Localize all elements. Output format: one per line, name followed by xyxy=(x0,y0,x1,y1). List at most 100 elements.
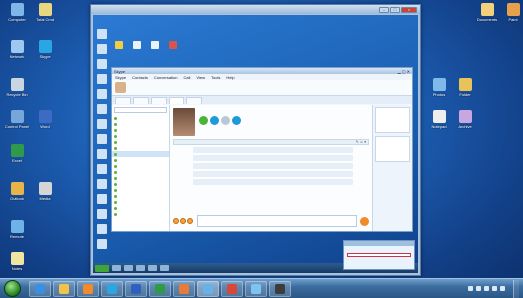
desktop-icon[interactable]: Control Panel xyxy=(4,110,30,129)
remote-desktop-icon[interactable] xyxy=(97,59,107,69)
taskbar-button-terminal[interactable] xyxy=(269,280,291,297)
taskbar-button-excel[interactable] xyxy=(149,280,171,297)
remote-desktop-window[interactable]: – □ × Skype ▁ ▢ ✕ Skype Contacts Convers… xyxy=(90,4,421,276)
notification-alert[interactable] xyxy=(347,253,411,257)
desktop-icon[interactable]: Media xyxy=(32,182,58,201)
taskbar-button-network[interactable] xyxy=(245,280,267,297)
document-icon[interactable] xyxy=(151,41,159,49)
emoticon-icon[interactable] xyxy=(180,218,186,224)
remote-taskbar-item[interactable] xyxy=(124,265,133,271)
remote-desktop-icon[interactable] xyxy=(97,104,107,114)
status-icon xyxy=(114,200,117,204)
folder-icon[interactable] xyxy=(115,41,123,49)
start-button[interactable] xyxy=(4,280,21,297)
tray-icon[interactable] xyxy=(484,286,489,291)
desktop-icon[interactable]: Remote xyxy=(4,220,30,239)
remote-desktop-icon[interactable] xyxy=(97,44,107,54)
desktop-icon[interactable]: Word xyxy=(32,110,58,129)
remote-desktop-icon[interactable] xyxy=(97,179,107,189)
remote-desktop-icon[interactable] xyxy=(97,29,107,39)
taskbar-button-chrome[interactable] xyxy=(221,280,243,297)
taskbar-button-word[interactable] xyxy=(125,280,147,297)
desktop-icon[interactable]: Folder xyxy=(452,78,478,97)
desktop-icon[interactable]: Total Cmd xyxy=(32,3,58,22)
remote-desktop-icon[interactable] xyxy=(97,119,107,129)
list-item[interactable] xyxy=(112,211,169,217)
desktop-icon[interactable]: Recycle Bin xyxy=(4,78,30,97)
tray-icon[interactable] xyxy=(468,286,473,291)
call-icon[interactable] xyxy=(199,116,208,125)
contact-search-input[interactable] xyxy=(114,107,167,113)
volume-icon[interactable] xyxy=(500,286,505,291)
desktop-icon[interactable]: Excel xyxy=(4,144,30,163)
tab[interactable] xyxy=(115,97,131,104)
menu-item[interactable]: Help xyxy=(226,75,234,80)
remote-desktop-icon[interactable] xyxy=(97,149,107,159)
remote-desktop-icons xyxy=(95,29,109,254)
emoticon-icon[interactable] xyxy=(187,218,193,224)
skype-window[interactable]: Skype ▁ ▢ ✕ Skype Contacts Conversation Cal… xyxy=(111,67,413,232)
app-icon xyxy=(506,3,520,16)
taskbar-button-explorer[interactable] xyxy=(53,280,75,297)
tab[interactable] xyxy=(150,97,167,104)
show-desktop-button[interactable] xyxy=(513,279,519,298)
chat-tools-icon[interactable]: ✎ ☺ ▾ xyxy=(356,140,366,144)
menu-item[interactable]: Call xyxy=(184,75,191,80)
remote-desktop-icon[interactable] xyxy=(97,224,107,234)
remote-desktop-icon[interactable] xyxy=(97,89,107,99)
taskbar-button-media[interactable] xyxy=(77,280,99,297)
menu-item[interactable]: Tools xyxy=(211,75,220,80)
minimize-button[interactable]: – xyxy=(379,6,389,13)
document-icon[interactable] xyxy=(133,41,141,49)
desktop-icon[interactable]: Photos xyxy=(426,78,452,97)
message-input[interactable] xyxy=(197,215,357,227)
remote-taskbar-item[interactable] xyxy=(136,265,145,271)
app-icon xyxy=(38,40,52,53)
menu-item[interactable]: Conversation xyxy=(154,75,178,80)
desktop-icon[interactable]: Skype xyxy=(32,40,58,59)
desktop-icon[interactable]: Outlook xyxy=(4,182,30,201)
contact-name xyxy=(199,108,241,112)
desktop-icon[interactable]: Network xyxy=(4,40,30,59)
remote-desktop-icon[interactable] xyxy=(97,134,107,144)
desktop-icon[interactable]: Computer xyxy=(4,3,30,22)
remote-taskbar-item[interactable] xyxy=(112,265,121,271)
remote-start-button[interactable] xyxy=(95,264,109,272)
taskbar-button-skype[interactable] xyxy=(101,280,123,297)
skype-window-controls[interactable]: ▁ ▢ ✕ xyxy=(398,69,410,74)
desktop-icon[interactable]: Paint xyxy=(500,3,523,22)
maximize-button[interactable]: □ xyxy=(390,6,400,13)
remote-desktop-icon[interactable] xyxy=(97,209,107,219)
remote-taskbar-item[interactable] xyxy=(148,265,157,271)
taskbar-button-paint[interactable] xyxy=(173,280,195,297)
tab[interactable] xyxy=(186,97,203,104)
notification-popup[interactable] xyxy=(343,240,415,270)
add-icon[interactable] xyxy=(221,116,230,125)
app-icon[interactable] xyxy=(169,41,177,49)
menu-item[interactable]: View xyxy=(196,75,205,80)
close-button[interactable]: × xyxy=(401,6,417,13)
remote-desktop-icon[interactable] xyxy=(97,164,107,174)
desktop-icon[interactable]: Notepad xyxy=(426,110,452,129)
desktop-icon[interactable]: Documents xyxy=(474,3,500,22)
emoticon-icon[interactable] xyxy=(173,218,179,224)
send-icon[interactable] xyxy=(360,216,369,226)
remote-desktop-icon[interactable] xyxy=(97,239,107,249)
remote-desktop-icon[interactable] xyxy=(97,74,107,84)
remote-desktop-icon[interactable] xyxy=(97,194,107,204)
taskbar-button-ie[interactable] xyxy=(29,280,51,297)
desktop-icon[interactable]: Archive xyxy=(452,110,478,129)
video-call-icon[interactable] xyxy=(210,116,219,125)
remote-window-titlebar[interactable]: – □ × xyxy=(91,5,420,14)
network-icon[interactable] xyxy=(492,286,497,291)
share-icon[interactable] xyxy=(232,116,241,125)
tab[interactable] xyxy=(168,97,185,104)
taskbar-button-rdp[interactable] xyxy=(197,280,219,297)
tray-icon[interactable] xyxy=(476,286,481,291)
avatar[interactable] xyxy=(115,82,126,93)
desktop-icon[interactable]: Notes xyxy=(4,252,30,271)
menu-item[interactable]: Contacts xyxy=(132,75,148,80)
remote-taskbar-item[interactable] xyxy=(160,265,169,271)
menu-item[interactable]: Skype xyxy=(115,75,126,80)
tab[interactable] xyxy=(132,97,149,104)
